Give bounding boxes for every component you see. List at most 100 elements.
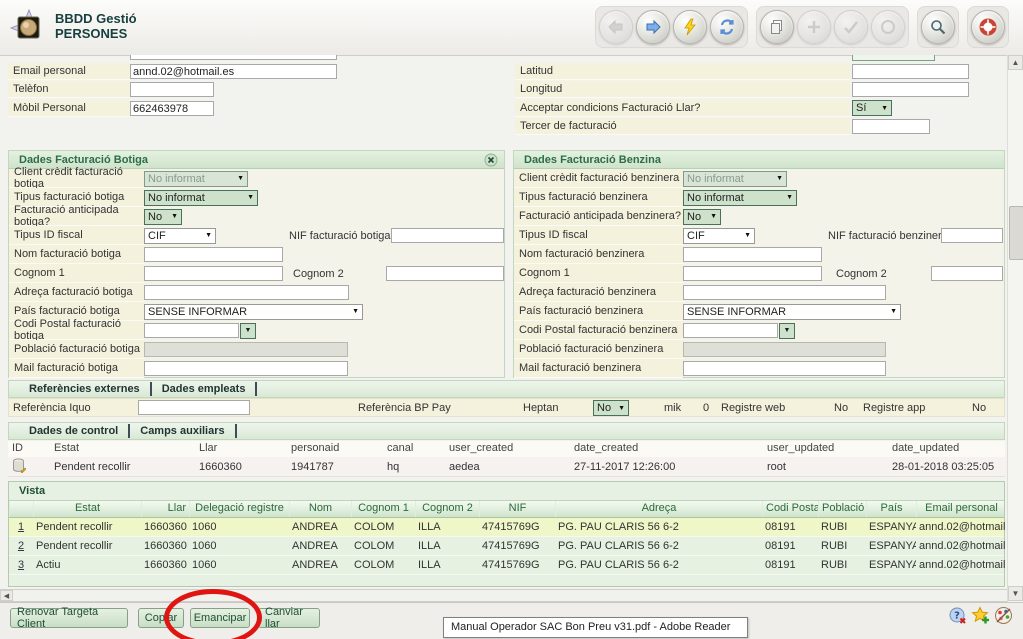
copy-button[interactable] — [760, 10, 794, 44]
scroll-down-button[interactable] — [1008, 586, 1023, 601]
tipus-facturacio-benzinera-select[interactable]: No informat — [683, 190, 797, 206]
exit-button[interactable] — [971, 10, 1005, 44]
adreca-benzinera-label: Adreça facturació benzinera — [514, 283, 683, 302]
delete-button[interactable] — [871, 10, 905, 44]
benzina-section: Dades Facturació Benzina Client crèdit f… — [513, 150, 1005, 378]
referencies-row: Referència Iquo Referència BP Pay Heptan… — [8, 398, 1005, 417]
tercer-facturacio-input[interactable] — [852, 119, 930, 134]
previous-button[interactable] — [599, 10, 633, 44]
cognom2-benzinera-input[interactable] — [931, 266, 1003, 281]
scroll-left-button[interactable] — [0, 590, 13, 601]
mail-botiga-input[interactable] — [144, 361, 348, 376]
control-table-row[interactable]: Pendent recollir 1660360 1941787 hq aede… — [8, 457, 1005, 477]
forward-button[interactable] — [636, 10, 670, 44]
star-add-icon[interactable] — [971, 606, 990, 625]
vista-table-row[interactable]: 2 Pendent recollir 1660360 1060 ANDREA C… — [9, 537, 1004, 556]
search-button[interactable] — [921, 10, 955, 44]
check-icon — [842, 18, 860, 36]
longitud-label: Longitud — [515, 81, 850, 98]
vista-title: Vista — [9, 482, 1004, 500]
mobil-personal-label: Mòbil Personal — [8, 100, 130, 117]
codi-postal-botiga-label: Codi Postal facturació botiga — [9, 321, 144, 340]
refresh-button[interactable] — [710, 10, 744, 44]
toolbar — [595, 6, 1009, 48]
poblacio-benzinera-input — [683, 342, 886, 357]
emancipar-button[interactable]: Emancipar — [190, 608, 250, 628]
row-number-link[interactable]: 3 — [9, 558, 33, 572]
cognom2-botiga-input[interactable] — [386, 266, 504, 281]
tipus-id-fiscal-benzinera-select[interactable]: CIF — [683, 228, 755, 244]
latitud-input[interactable] — [852, 64, 969, 79]
referencia-iquo-input[interactable] — [138, 400, 250, 415]
dropdown-arrow-icon — [243, 194, 254, 201]
pais-benzinera-select[interactable]: SENSE INFORMAR — [683, 304, 901, 320]
anticipada-benzinera-label: Facturació anticipada benzinera? — [514, 207, 683, 226]
pais-botiga-select[interactable]: SENSE INFORMAR — [144, 304, 363, 320]
nom-benzinera-input[interactable] — [683, 247, 822, 262]
latitud-label: Latitud — [515, 63, 850, 80]
nom-botiga-input[interactable] — [144, 247, 283, 262]
vista-table-row[interactable]: 1 Pendent recollir 1660360 1060 ANDREA C… — [9, 518, 1004, 537]
control-table-header: ID Estat Llar personaid canal user_creat… — [8, 441, 1005, 458]
scrollbar-thumb[interactable] — [1009, 206, 1023, 260]
run-button[interactable] — [673, 10, 707, 44]
codi-postal-benzinera-input[interactable] — [683, 323, 778, 338]
poblacio-botiga-label: Població facturació botiga — [9, 340, 144, 359]
tipus-facturacio-botiga-select[interactable]: No informat — [144, 190, 258, 206]
vertical-scrollbar[interactable] — [1007, 55, 1023, 602]
nif-benzinera-input[interactable] — [941, 228, 1003, 243]
renovar-targeta-client-button[interactable]: Renovar Targeta Client — [10, 608, 128, 628]
row-number-link[interactable]: 2 — [9, 539, 33, 553]
codi-postal-botiga-dropdown-button[interactable] — [240, 323, 256, 339]
adreca-botiga-input[interactable] — [144, 285, 349, 300]
svg-text:?: ? — [954, 611, 960, 622]
cognom1-botiga-label: Cognom 1 — [9, 264, 144, 283]
dropdown-arrow-icon — [348, 308, 359, 315]
cognom1-botiga-input[interactable] — [144, 266, 283, 281]
codi-postal-benzinera-dropdown-button[interactable] — [779, 323, 795, 339]
tab-referencies-externes[interactable]: Referències externes — [19, 382, 152, 396]
benzina-section-header: Dades Facturació Benzina — [514, 151, 1004, 169]
mail-benzinera-input[interactable] — [683, 361, 886, 376]
adreca-benzinera-input[interactable] — [683, 285, 886, 300]
add-button[interactable] — [797, 10, 831, 44]
tab-dades-empleats[interactable]: Dades empleats — [152, 382, 258, 396]
client-credit-botiga-select[interactable]: No informat — [144, 171, 248, 187]
codi-postal-botiga-input[interactable] — [144, 323, 239, 338]
row-number-link[interactable]: 1 — [9, 520, 33, 534]
heptan-select[interactable]: No — [593, 400, 629, 416]
palette-icon[interactable] — [994, 606, 1013, 625]
tipus-id-fiscal-botiga-select[interactable]: CIF — [144, 228, 216, 244]
nif-botiga-input[interactable] — [391, 228, 504, 243]
acceptar-condicions-select[interactable]: Sí — [852, 100, 892, 116]
canviar-llar-button[interactable]: Canviar llar — [258, 608, 320, 628]
nom-benzinera-label: Nom facturació benzinera — [514, 245, 683, 264]
horizontal-scrollbar[interactable] — [0, 589, 1007, 602]
nif-benzinera-label: NIF facturació benzinera — [828, 230, 948, 242]
mik-value: 0 — [703, 402, 709, 414]
tab-dades-de-control[interactable]: Dades de control — [19, 424, 130, 438]
tab-camps-auxiliars[interactable]: Camps auxiliars — [130, 424, 236, 438]
validate-button[interactable] — [834, 10, 868, 44]
vista-table-row[interactable]: 3 Actiu 1660360 1060 ANDREA COLOM ILLA 4… — [9, 556, 1004, 575]
pais-benzinera-label: País facturació benzinera — [514, 302, 683, 321]
anticipada-benzinera-select[interactable]: No — [683, 209, 721, 225]
plus-icon — [805, 18, 823, 36]
referencia-bp-pay-label: Referència BP Pay — [358, 402, 451, 414]
scroll-up-button[interactable] — [1008, 55, 1023, 70]
poblacio-botiga-input — [144, 342, 348, 357]
mobil-personal-input[interactable] — [130, 101, 214, 116]
cognom1-benzinera-input[interactable] — [683, 266, 822, 281]
longitud-input[interactable] — [852, 82, 969, 97]
tipus-id-fiscal-botiga-label: Tipus ID fiscal — [9, 226, 144, 245]
help-remove-icon[interactable]: ? — [948, 606, 967, 625]
client-credit-benzinera-select[interactable]: No informat — [683, 171, 787, 187]
mik-label: mik — [664, 402, 681, 414]
copiar-button[interactable]: Copiar — [138, 608, 184, 628]
registre-app-value: No — [972, 402, 986, 414]
close-icon[interactable] — [484, 153, 498, 167]
anticipada-botiga-select[interactable]: No — [144, 209, 182, 225]
arrow-right-icon — [644, 18, 662, 36]
email-personal-input[interactable] — [130, 64, 337, 79]
telefon-input[interactable] — [130, 82, 214, 97]
